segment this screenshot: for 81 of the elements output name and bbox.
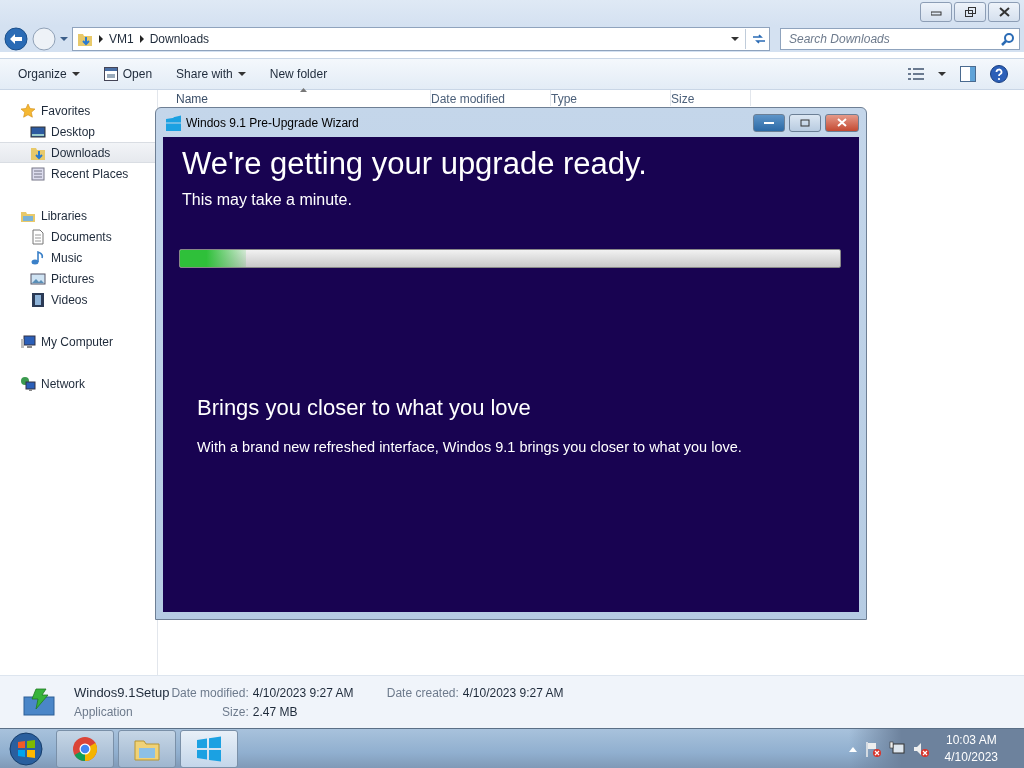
toolbar-button[interactable]: Open (95, 63, 161, 85)
field-value: 2.47 MB (252, 704, 299, 719)
feature-title: Brings you closer to what you love (197, 395, 532, 421)
sidebar-item[interactable]: Network (0, 373, 157, 394)
menu-button[interactable]: Share with (168, 63, 254, 85)
network-icon[interactable] (888, 741, 905, 757)
document-icon (30, 228, 46, 245)
volume-muted-icon[interactable] (912, 741, 929, 757)
window-title: Windos 9.1 Pre-Upgrade Wizard (186, 115, 359, 130)
caret-icon[interactable] (938, 71, 946, 77)
maximize-icon (800, 118, 810, 127)
field-label: Date modified: (171, 685, 249, 700)
column-header[interactable]: Name (176, 90, 431, 106)
dropdown-caret-icon[interactable] (731, 36, 739, 42)
heading: We're getting your upgrade ready. (182, 145, 648, 183)
sidebar-item[interactable]: Downloads (0, 142, 157, 163)
toolbar-button[interactable]: New folder (261, 63, 336, 85)
action-center-flag-icon[interactable] (864, 741, 881, 757)
breadcrumb[interactable]: VM1 (109, 32, 134, 46)
taskbar-button[interactable] (56, 730, 114, 768)
column-header[interactable]: Type (551, 90, 671, 106)
help-icon[interactable] (990, 65, 1008, 83)
sidebar-item[interactable]: Desktop (0, 121, 157, 142)
chevron-icon (99, 35, 103, 43)
sidebar-item[interactable]: Videos (0, 289, 157, 310)
close-icon (837, 118, 847, 127)
search-icon[interactable] (1001, 32, 1015, 46)
computer-icon (20, 333, 36, 350)
sidebar-item[interactable]: Recent Places (0, 163, 157, 184)
menu-button[interactable]: Organize (10, 63, 88, 85)
caret-icon (237, 71, 246, 77)
sidebar-item[interactable]: Favorites (0, 100, 157, 121)
window-icon (103, 67, 118, 81)
close-icon (998, 7, 1010, 17)
sidebar-item[interactable]: Documents (0, 226, 157, 247)
folder-icon (77, 31, 93, 47)
film-icon (30, 291, 46, 308)
breadcrumb[interactable]: Downloads (149, 32, 210, 46)
windows-logo-icon (165, 114, 181, 131)
subtitle: This may take a minute. (182, 191, 353, 209)
search-field[interactable]: Search Downloads (785, 32, 1001, 46)
minimize-button[interactable] (753, 113, 785, 132)
sidebar-item[interactable]: Music (0, 247, 157, 268)
feature-text: With a brand new refreshed interface, Windos 9.1 brings you closer to what you love. (197, 439, 743, 455)
recent-places-icon (30, 165, 46, 182)
clock-time[interactable]: 10:03 AM (944, 732, 998, 749)
restore-icon (964, 7, 976, 17)
sort-caret-icon (300, 88, 307, 92)
chrome-icon (72, 736, 98, 762)
windows-logo-icon (196, 736, 222, 762)
view-list-icon[interactable] (908, 67, 924, 81)
maximize-button[interactable] (789, 113, 821, 132)
search-box[interactable]: Search Downloads (780, 28, 1020, 50)
sidebar-item[interactable]: Pictures (0, 268, 157, 289)
column-header[interactable]: Size (671, 90, 751, 106)
back-button[interactable] (4, 27, 28, 51)
star-icon (20, 102, 36, 119)
file-name: Windos9.1Setup (74, 685, 170, 700)
music-note-icon (30, 249, 46, 266)
field-value: 4/10/2023 9:27 AM (462, 685, 564, 700)
restore-button[interactable] (954, 2, 986, 22)
sidebar-item[interactable]: My Computer (0, 331, 157, 352)
field-value: 4/10/2023 9:27 AM (252, 685, 355, 700)
close-button[interactable] (988, 2, 1020, 22)
preview-pane-icon[interactable] (960, 66, 976, 82)
field-label: Date created: (386, 685, 459, 700)
file-type: Application (74, 705, 134, 719)
caret-icon (71, 71, 80, 77)
picture-icon (30, 270, 46, 287)
network-icon (20, 375, 36, 392)
history-caret-icon[interactable] (60, 36, 68, 42)
monitor-icon (30, 123, 46, 140)
clock-date[interactable]: 4/10/2023 (944, 749, 998, 766)
address-bar[interactable]: VM1 Downloads (72, 27, 770, 51)
column-header[interactable]: Date modified (431, 90, 551, 106)
chevron-icon (139, 35, 144, 43)
field-label: Size: (221, 704, 249, 719)
start-button[interactable] (6, 730, 46, 768)
sidebar-item[interactable]: Libraries (0, 205, 157, 226)
taskbar-button[interactable] (180, 730, 238, 768)
installer-icon (22, 687, 56, 717)
